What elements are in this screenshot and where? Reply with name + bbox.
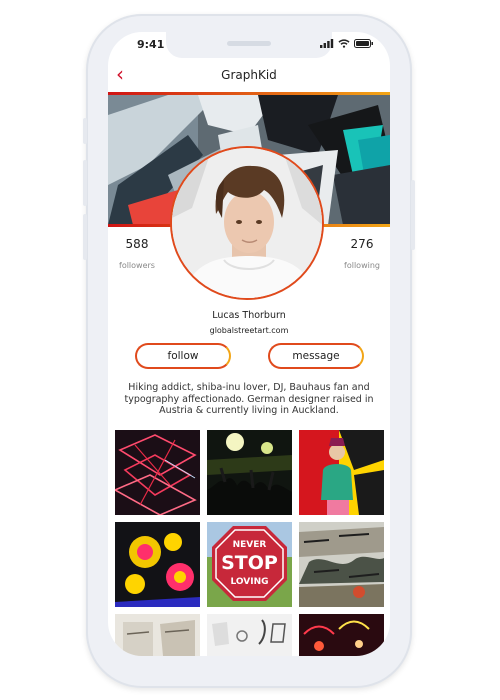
photo-tile[interactable] bbox=[115, 522, 200, 607]
profile-website-link[interactable]: globalstreetart.com bbox=[108, 326, 390, 335]
nav-bar: ‹ GraphKid bbox=[108, 60, 390, 92]
followers-stat[interactable]: 588 followers bbox=[108, 237, 167, 270]
power-button bbox=[411, 180, 415, 250]
stop-sign-line1: NEVER bbox=[233, 540, 267, 550]
photo-tile[interactable] bbox=[299, 614, 384, 656]
profile-bio: Hiking addict, shiba-inu lover, DJ, Bauh… bbox=[124, 382, 374, 416]
photo-tile[interactable] bbox=[115, 614, 200, 656]
following-label: following bbox=[344, 261, 380, 270]
status-time: 9:41 bbox=[137, 38, 165, 51]
message-button[interactable]: message bbox=[268, 343, 364, 369]
following-stat[interactable]: 276 following bbox=[332, 237, 390, 270]
photo-tile[interactable] bbox=[299, 430, 384, 515]
wifi-icon bbox=[338, 39, 350, 48]
battery-icon bbox=[354, 39, 373, 48]
mute-switch bbox=[83, 118, 87, 144]
followers-count: 588 bbox=[125, 237, 149, 251]
following-count: 276 bbox=[350, 237, 374, 251]
status-icons bbox=[320, 39, 374, 48]
avatar[interactable] bbox=[170, 146, 324, 300]
stop-sign-line2: STOP bbox=[221, 552, 278, 574]
speaker bbox=[227, 41, 271, 46]
photo-tile[interactable] bbox=[299, 522, 384, 607]
profile-name: Lucas Thorburn bbox=[212, 310, 286, 321]
signal-icon bbox=[320, 39, 334, 48]
photo-grid: NEVER STOP LOVING bbox=[115, 430, 385, 656]
photo-tile[interactable] bbox=[207, 430, 292, 515]
followers-label: followers bbox=[119, 261, 155, 270]
volume-down-button bbox=[83, 214, 87, 260]
photo-tile[interactable]: NEVER STOP LOVING bbox=[207, 522, 292, 607]
volume-up-button bbox=[83, 160, 87, 206]
stop-sign-line3: LOVING bbox=[230, 577, 268, 587]
page-title: GraphKid bbox=[221, 68, 277, 82]
app-screen: 9:41 ‹ GraphKid 588 followers 276 follow… bbox=[108, 32, 390, 656]
follow-button[interactable]: follow bbox=[135, 343, 231, 369]
photo-tile[interactable] bbox=[207, 614, 292, 656]
photo-tile[interactable] bbox=[115, 430, 200, 515]
